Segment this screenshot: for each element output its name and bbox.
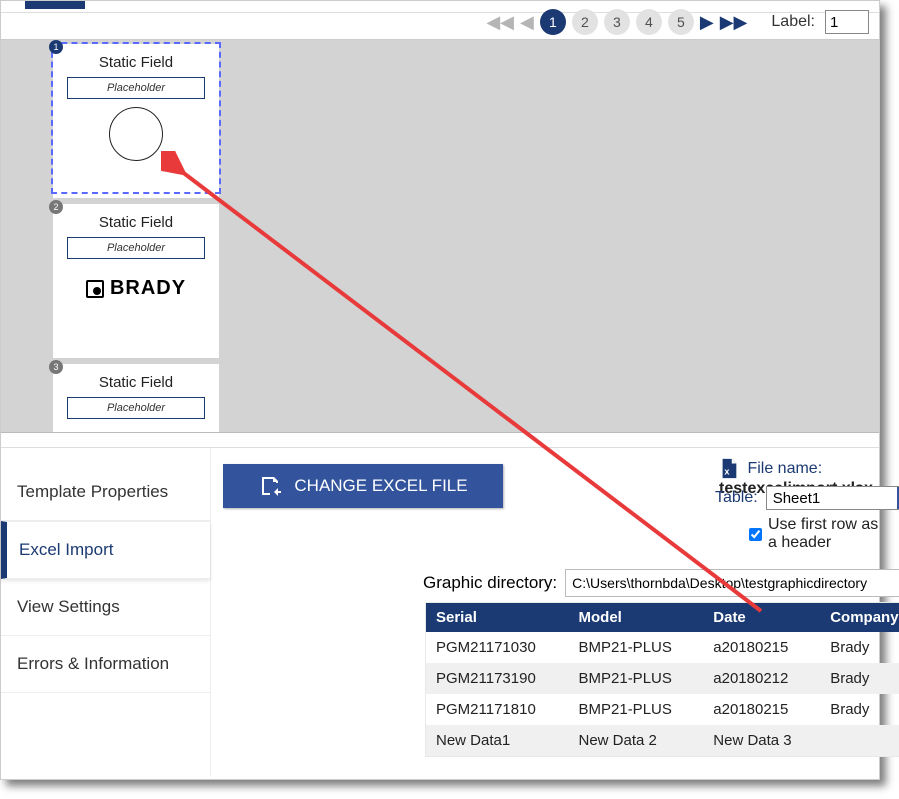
grid-cell[interactable]: New Data 2 [569, 725, 704, 757]
grid-cell[interactable]: Brady [820, 632, 899, 663]
grid-cell[interactable]: Brady [820, 663, 899, 694]
col-serial[interactable]: Serial [426, 603, 569, 633]
grid-cell[interactable]: New Data 3 [703, 725, 820, 757]
col-model[interactable]: Model [569, 603, 704, 633]
label-preview-canvas: 1 Static Field Placeholder 2 Static Fiel… [1, 39, 879, 433]
last-page-icon[interactable]: ▶▶ [720, 12, 748, 33]
grid-cell[interactable]: New Data1 [426, 725, 569, 757]
first-page-icon[interactable]: ◀◀ [486, 12, 514, 33]
label-item-3[interactable]: 3 Static Field Placeholder [53, 364, 219, 433]
grid-cell[interactable]: a20180215 [703, 694, 820, 725]
grid-cell[interactable]: PGM21171030 [426, 632, 569, 663]
tab-view-settings[interactable]: View Settings [1, 579, 210, 636]
label-field-label: Label: [771, 13, 815, 31]
table-select[interactable]: Sheet1 ▼ [766, 486, 899, 510]
table-row[interactable]: PGM21171030BMP21-PLUSa20180215Bradycircl… [426, 632, 899, 663]
page-5[interactable]: 5 [668, 9, 694, 35]
page-4[interactable]: 4 [636, 9, 662, 35]
label-number-input[interactable] [825, 10, 869, 34]
graphic-circle[interactable] [109, 107, 163, 161]
graphic-dir-label: Graphic directory: [423, 573, 557, 593]
page-1[interactable]: 1 [540, 9, 566, 35]
label-item-1[interactable]: 1 Static Field Placeholder [53, 44, 219, 204]
grid-cell[interactable]: PGM21171810 [426, 694, 569, 725]
brady-logo-text: BRADY [110, 277, 186, 300]
excel-change-icon: X [258, 474, 282, 498]
graphic-dir-input[interactable] [565, 569, 899, 597]
table-row[interactable]: PGM21171810BMP21-PLUSa20180215Bradytrian… [426, 694, 899, 725]
tab-template-properties[interactable]: Template Properties [1, 464, 210, 521]
next-page-icon[interactable]: ▶ [700, 12, 714, 33]
grid-cell[interactable]: PGM21173190 [426, 663, 569, 694]
excel-file-icon: x [719, 458, 739, 480]
label-badge-2: 2 [49, 200, 63, 214]
change-excel-label: CHANGE EXCEL FILE [294, 476, 467, 496]
col-date[interactable]: Date [703, 603, 820, 633]
brady-icon [86, 280, 104, 298]
pager: ◀◀ ◀ 1 2 3 4 5 ▶ ▶▶ Label: [421, 5, 869, 39]
placeholder-field[interactable]: Placeholder [67, 397, 205, 419]
grid-cell[interactable]: a20180215 [703, 632, 820, 663]
tab-errors-info[interactable]: Errors & Information [1, 636, 210, 693]
col-company[interactable]: Company [820, 603, 899, 633]
table-select-value: Sheet1 [773, 490, 821, 507]
graphic-brady-logo[interactable]: BRADY [53, 277, 219, 300]
change-excel-file-button[interactable]: X CHANGE EXCEL FILE [223, 464, 503, 508]
side-tabs: Template Properties Excel Import View Se… [1, 448, 211, 777]
placeholder-field[interactable]: Placeholder [67, 237, 205, 259]
grid-cell[interactable] [820, 725, 899, 757]
grid-cell[interactable]: BMP21-PLUS [569, 694, 704, 725]
file-name-label: File name: [747, 460, 822, 477]
static-field-title: Static Field [53, 214, 219, 231]
tab-excel-import[interactable]: Excel Import [1, 521, 210, 579]
ribbon-tab-active[interactable] [25, 1, 85, 9]
table-label: Table: [715, 489, 758, 507]
excel-import-pane: X CHANGE EXCEL FILE x File name: testexc… [211, 448, 879, 777]
table-row[interactable]: New Data1New Data 2New Data 3 [426, 725, 899, 757]
use-first-row-checkbox[interactable] [749, 528, 762, 541]
placeholder-field[interactable]: Placeholder [67, 77, 205, 99]
table-row[interactable]: PGM21173190BMP21-PLUSa20180212Bradybrady [426, 663, 899, 694]
grid-cell[interactable]: a20180212 [703, 663, 820, 694]
label-badge-3: 3 [49, 360, 63, 374]
grid-cell[interactable]: BMP21-PLUS [569, 663, 704, 694]
label-item-2[interactable]: 2 Static Field Placeholder BRADY [53, 204, 219, 364]
label-badge-1: 1 [49, 40, 63, 54]
static-field-title: Static Field [53, 374, 219, 391]
grid-cell[interactable]: BMP21-PLUS [569, 632, 704, 663]
grid-cell[interactable]: Brady [820, 694, 899, 725]
prev-page-icon[interactable]: ◀ [520, 12, 534, 33]
page-2[interactable]: 2 [572, 9, 598, 35]
use-first-row-label: Use first row as a header [768, 516, 879, 552]
page-3[interactable]: 3 [604, 9, 630, 35]
data-grid[interactable]: Serial Model Date Company Image Names PG… [425, 602, 899, 757]
static-field-title: Static Field [53, 54, 219, 71]
svg-text:X: X [265, 481, 271, 491]
